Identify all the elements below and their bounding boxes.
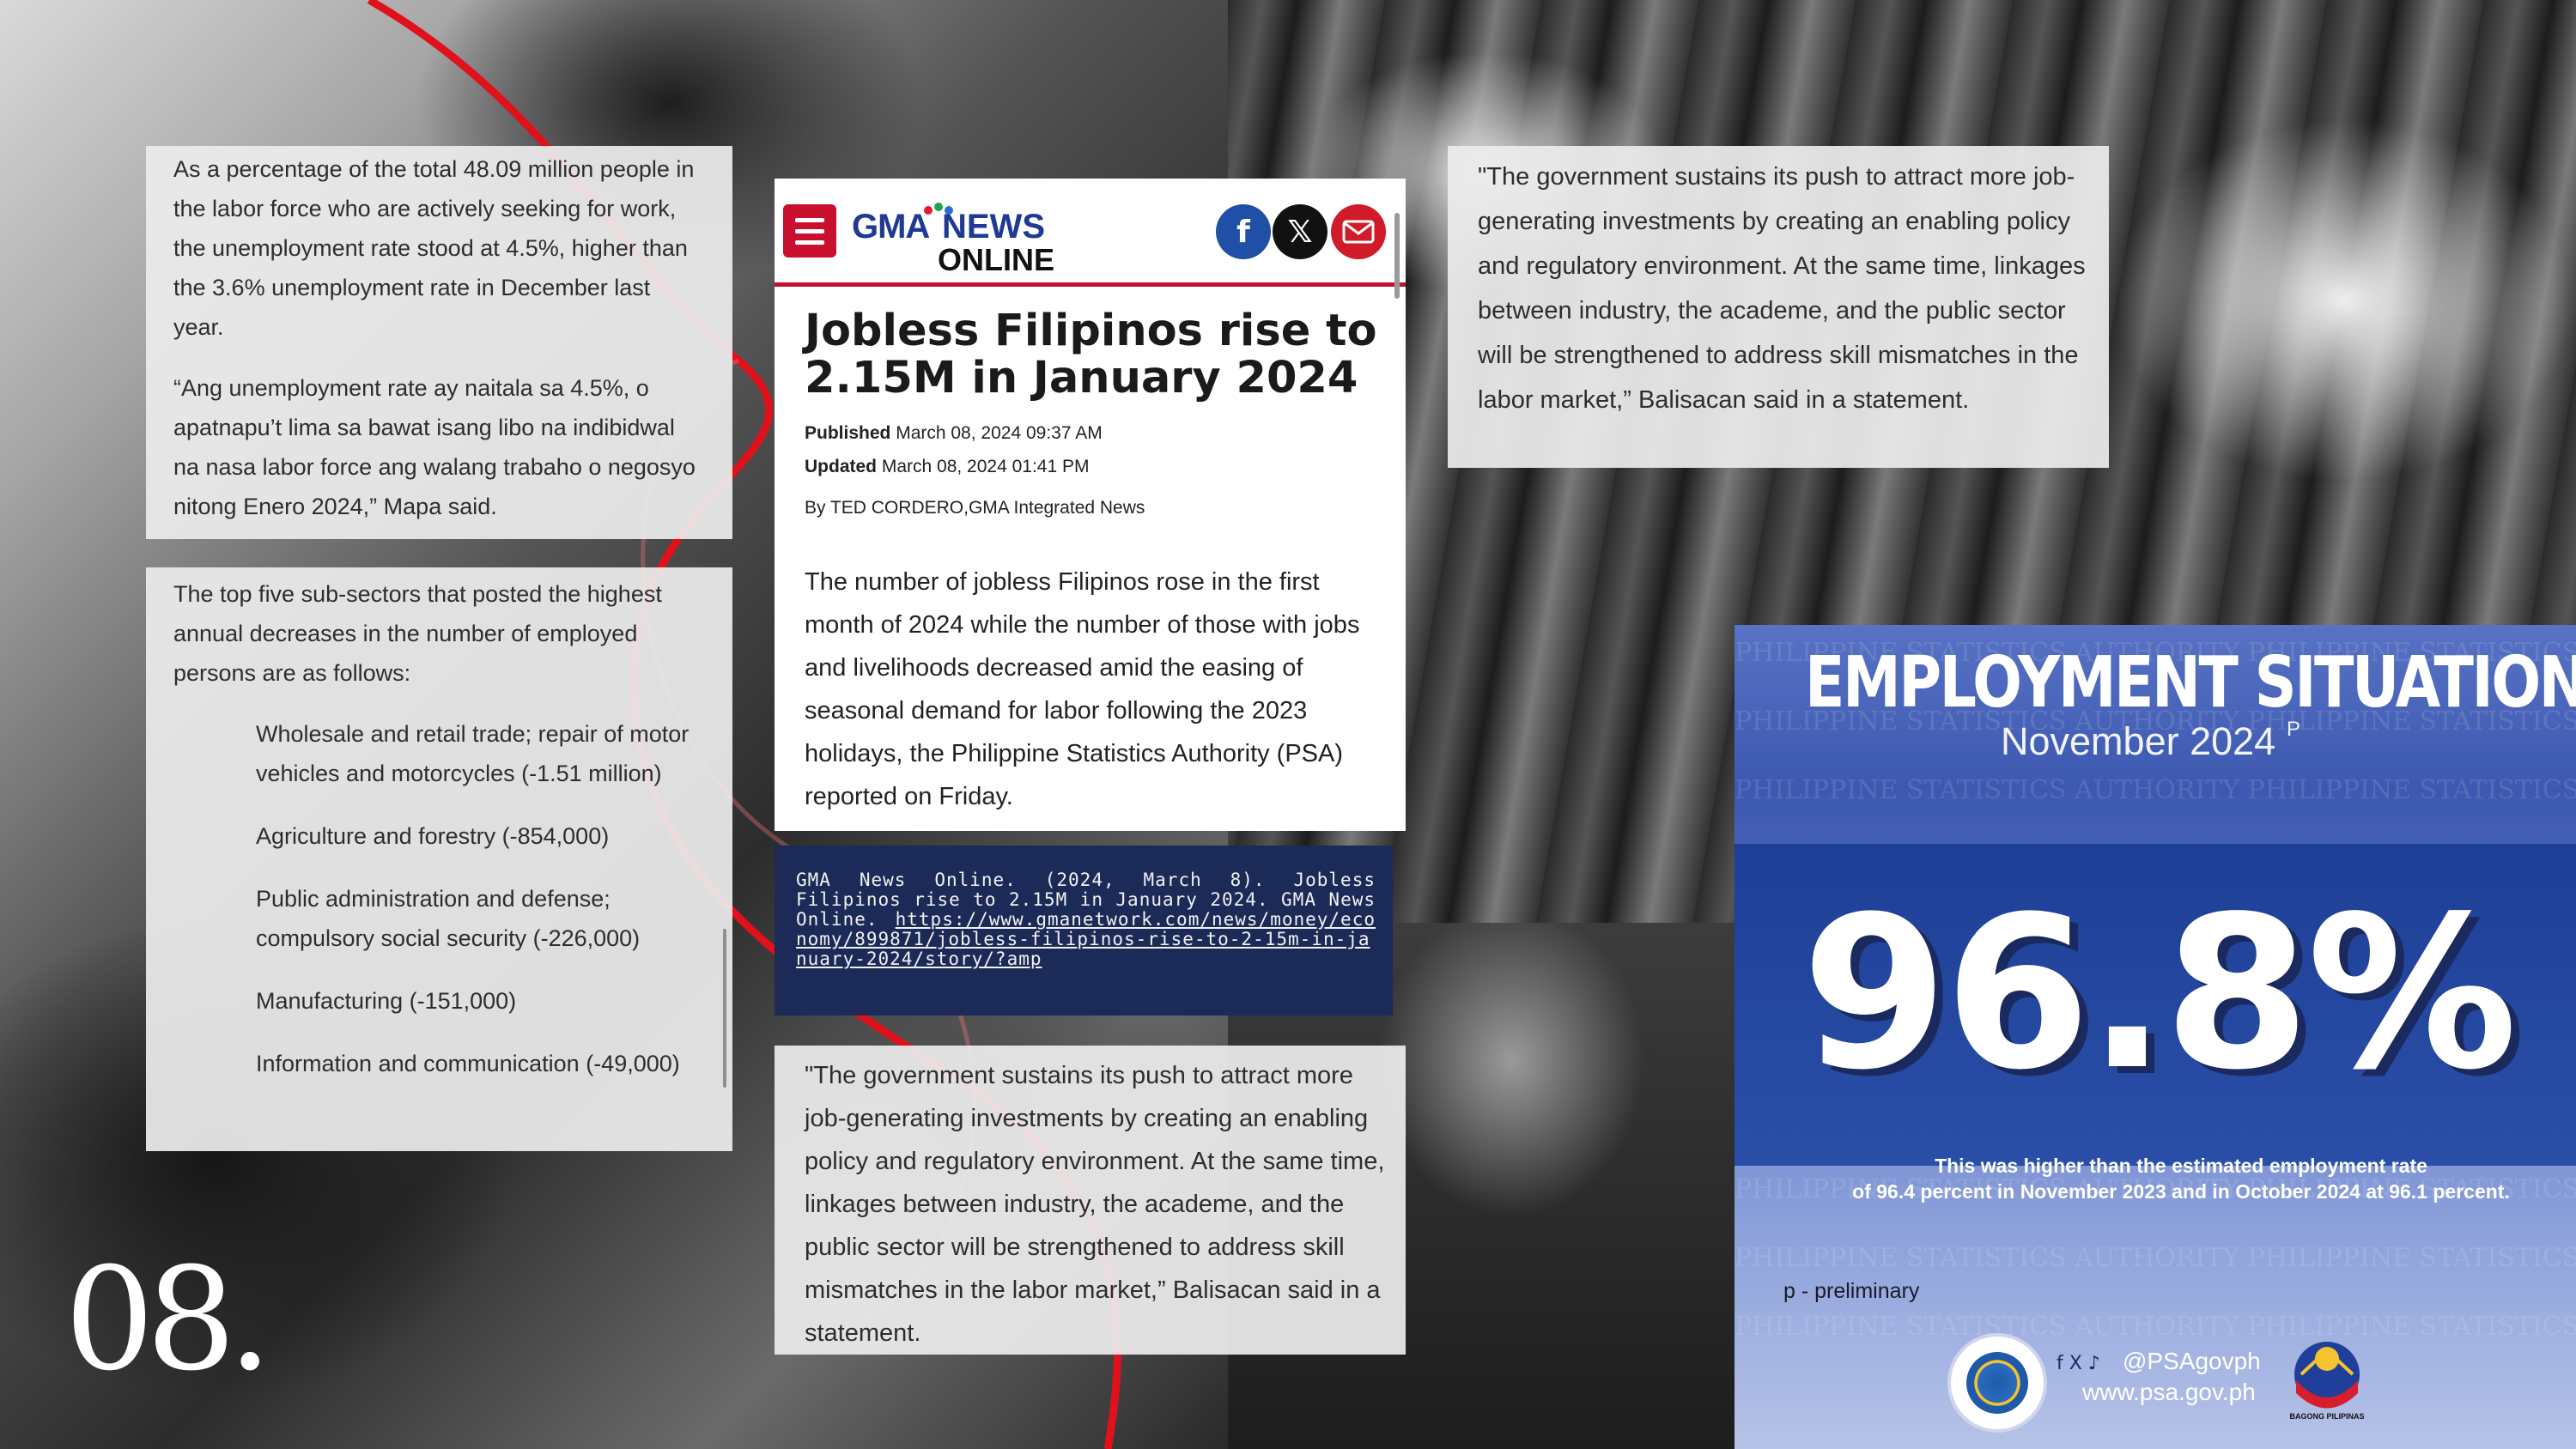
psa-preliminary-mark: P <box>2287 718 2301 741</box>
bagong-pilipinas-label: BAGONG PILIPINAS <box>2289 1412 2365 1421</box>
logo-news-text: NEWS <box>942 208 1045 246</box>
balisacan-quote: "The government sustains its push to att… <box>1478 163 2086 414</box>
news-article-card: GMA NEWS ONLINE f 𝕏 Jobless Filipinos ri… <box>775 179 1406 831</box>
balisacan-quote-panel: "The government sustains its push to att… <box>775 1046 1406 1355</box>
unemployment-rate-panel: As a percentage of the total 48.09 milli… <box>146 146 732 539</box>
psa-note-line: This was higher than the estimated emplo… <box>1935 1155 2427 1177</box>
preliminary-footnote: p - preliminary <box>1783 1279 1920 1303</box>
psa-watermark: PHILIPPINE STATISTICS AUTHORITY PHILIPPI… <box>1735 1243 2576 1273</box>
menu-bar-icon <box>795 218 824 222</box>
subsectors-scrollbar[interactable] <box>723 929 726 1088</box>
list-item: Information and communication (-49,000) <box>256 1051 680 1076</box>
mail-icon[interactable] <box>1331 204 1386 259</box>
gma-news-online-logo[interactable]: GMA NEWS ONLINE <box>852 199 1058 281</box>
psa-watermark: PHILIPPINE STATISTICS AUTHORITY PHILIPPI… <box>1735 1312 2576 1342</box>
envelope-icon <box>1342 220 1375 244</box>
psa-seal-icon <box>1947 1333 2047 1433</box>
menu-bar-icon <box>795 240 824 245</box>
menu-bar-icon <box>795 229 824 233</box>
hamburger-menu-button[interactable] <box>783 204 836 258</box>
article-scrollbar[interactable] <box>1394 213 1400 299</box>
published-date: Published March 08, 2024 09:37 AM <box>805 423 1103 444</box>
updated-label: Updated <box>805 457 877 476</box>
article-headline: Jobless Filipinos rise to 2.15M in Janua… <box>805 306 1377 403</box>
published-value: March 08, 2024 09:37 AM <box>896 423 1103 443</box>
psa-employment-infographic: PHILIPPINE STATISTICS AUTHORITY PHILIPPI… <box>1735 625 2576 1449</box>
x-icon[interactable]: 𝕏 <box>1273 204 1327 259</box>
article-body: The number of jobless Filipinos rose in … <box>805 568 1360 810</box>
list-item: Wholesale and retail trade; repair of mo… <box>256 721 690 786</box>
facebook-icon[interactable]: f <box>1216 204 1271 259</box>
updated-date: Updated March 08, 2024 01:41 PM <box>805 457 1090 477</box>
subsectors-panel: The top five sub-sectors that posted the… <box>146 567 732 1151</box>
logo-gma-text: GMA <box>852 208 930 246</box>
subsectors-list: Wholesale and retail trade; repair of mo… <box>173 714 707 1083</box>
balisacan-quote: "The government sustains its push to att… <box>805 1062 1385 1347</box>
psa-watermark: PHILIPPINE STATISTICS AUTHORITY PHILIPPI… <box>1735 775 2576 805</box>
article-header: GMA NEWS ONLINE f 𝕏 <box>775 179 1406 287</box>
psa-title: EMPLOYMENT SITUATION <box>1805 642 2576 724</box>
balisacan-quote-panel-top: "The government sustains its push to att… <box>1448 146 2109 468</box>
psa-social-icons: f X ♪ <box>2057 1353 2100 1374</box>
published-label: Published <box>805 423 891 443</box>
logo-online-text: ONLINE <box>938 242 1055 277</box>
logo-dot-icon <box>924 206 933 215</box>
citation-link[interactable]: https://www.gmanetwork.com/news/money/ec… <box>796 909 1376 969</box>
updated-value: March 08, 2024 01:41 PM <box>881 457 1090 476</box>
slide-number: 08. <box>64 1237 272 1402</box>
psa-social-handle: @PSAgovph <box>2123 1348 2261 1374</box>
citation-box: GMA News Online. (2024, March 8). Jobles… <box>775 846 1393 1016</box>
article-byline: By TED CORDERO,GMA Integrated News <box>805 498 1145 518</box>
mapa-quote: “Ang unemployment rate ay naitala sa 4.5… <box>173 375 696 519</box>
unemployment-paragraph: As a percentage of the total 48.09 milli… <box>173 156 695 340</box>
list-item: Agriculture and forestry (-854,000) <box>256 823 610 849</box>
psa-website: www.psa.gov.ph <box>2082 1379 2256 1405</box>
psa-subtitle: November 2024 <box>2001 719 2276 763</box>
list-item: Manufacturing (-151,000) <box>256 988 517 1014</box>
list-item: Public administration and defense; compu… <box>256 886 641 951</box>
psa-comparison-note: This was higher than the estimated emplo… <box>1777 1153 2576 1204</box>
psa-note-line: of 96.4 percent in November 2023 and in … <box>1852 1180 2510 1203</box>
employment-rate-value: 96.8% <box>1801 871 2518 1116</box>
subsectors-intro: The top five sub-sectors that posted the… <box>173 581 662 686</box>
